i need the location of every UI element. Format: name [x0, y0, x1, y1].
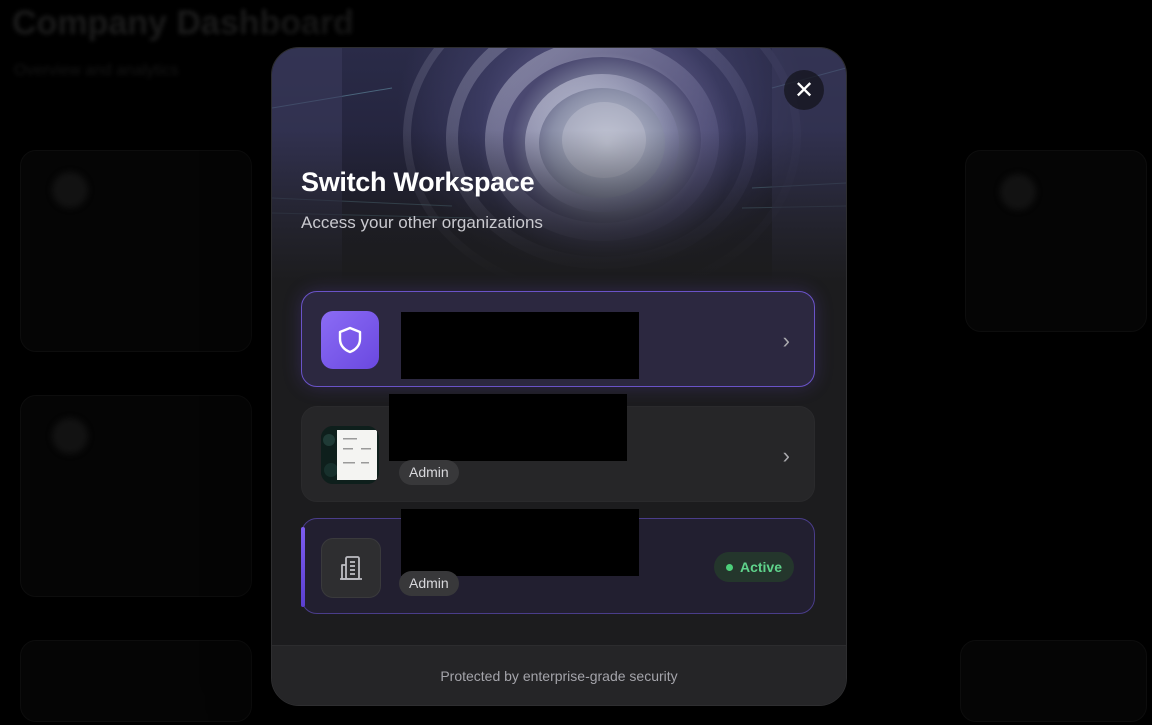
hero-banner: ✕ Switch Workspace Access your other org…: [272, 48, 846, 283]
stat-icon: [52, 172, 88, 208]
switch-workspace-modal: ✕ Switch Workspace Access your other org…: [271, 47, 847, 706]
redacted-workspace-name: [401, 312, 639, 379]
stat-icon: [1000, 174, 1036, 210]
shield-icon: [321, 311, 379, 369]
status-dot: [725, 563, 733, 571]
workspace-item-active[interactable]: Admin Active: [301, 509, 815, 614]
role-badge: Admin: [399, 571, 459, 596]
redacted-workspace-name: [401, 509, 639, 576]
modal-subtitle: Access your other organizations: [301, 213, 543, 232]
role-badge: Admin: [399, 460, 459, 485]
stat-card: [960, 640, 1147, 722]
stat-icon: [52, 418, 88, 454]
building-icon: [321, 538, 381, 598]
security-note: Protected by enterprise-grade security: [440, 668, 678, 684]
workspace-item[interactable]: Admin ›: [301, 394, 815, 502]
page-subtitle: Overview and analytics: [14, 62, 179, 79]
chevron-right-icon: ›: [782, 443, 790, 468]
page-title: Company Dashboard: [12, 4, 354, 42]
stat-card: [20, 640, 252, 722]
active-status-badge: Active: [713, 552, 794, 582]
chevron-right-icon: ›: [782, 328, 790, 353]
close-icon: ✕: [793, 76, 815, 104]
modal-title: Switch Workspace: [301, 167, 535, 197]
redacted-workspace-name: [389, 394, 627, 461]
modal-footer: Protected by enterprise-grade security: [272, 645, 846, 705]
close-button[interactable]: ✕: [784, 70, 824, 110]
hero-fade: [272, 48, 846, 283]
active-label: Active: [739, 559, 782, 575]
workspace-item[interactable]: ›: [301, 291, 815, 387]
stat-card: [965, 150, 1147, 332]
workspace-thumbnail: [321, 426, 379, 484]
